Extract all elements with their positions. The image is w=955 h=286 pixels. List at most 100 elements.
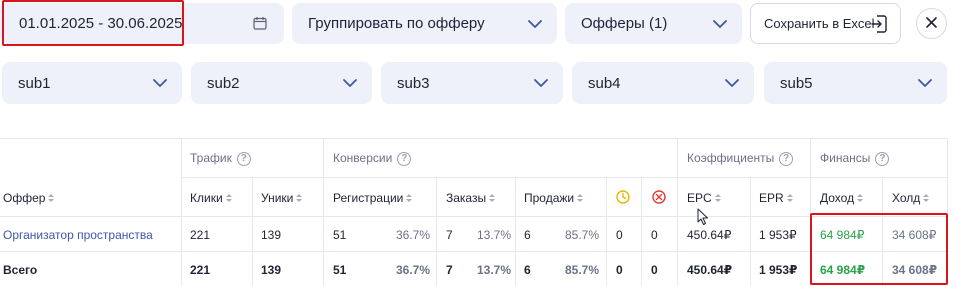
column-header-uniques[interactable]: Уники (261, 191, 303, 206)
close-button[interactable] (916, 8, 947, 39)
chevron-down-icon (917, 78, 933, 88)
sort-icon (296, 192, 303, 206)
group-header-coefficients: Коэффициенты? (687, 151, 794, 166)
sub2-label: sub2 (207, 74, 240, 92)
table-border (0, 251, 947, 252)
column-header-label: Регистрации (333, 191, 404, 205)
export-icon (871, 15, 887, 36)
sub1-select[interactable]: sub1 (2, 62, 182, 104)
column-header-offer[interactable]: Оффер (3, 191, 55, 206)
sub1-label: sub1 (18, 74, 51, 92)
save-excel-button[interactable]: Сохранить в Excel (750, 3, 901, 44)
help-icon[interactable]: ? (875, 151, 890, 166)
rejected-icon (652, 190, 666, 207)
table-border (515, 177, 516, 286)
cell-epc: 450.64₽ (687, 228, 732, 242)
chevron-down-icon (724, 78, 740, 88)
cell-sales: 6 (524, 263, 531, 277)
cell-uniques: 139 (261, 228, 282, 242)
column-header-income[interactable]: Доход (820, 191, 864, 206)
column-header-pending[interactable] (616, 190, 630, 207)
column-header-epr[interactable]: EPR (759, 191, 793, 206)
column-header-label: EPC (687, 191, 712, 205)
sub3-select[interactable]: sub3 (381, 62, 563, 104)
sort-icon (225, 192, 232, 206)
table-border (641, 177, 642, 286)
sort-icon (489, 192, 496, 206)
column-header-label: Холд (892, 191, 921, 205)
close-icon (926, 15, 937, 33)
cell-orders: 7 (446, 228, 453, 242)
table-border (436, 177, 437, 286)
column-header-registrations[interactable]: Регистрации (333, 191, 413, 206)
offer-link[interactable]: Организатор пространства (3, 228, 153, 242)
cell-rejected: 0 (651, 228, 658, 242)
column-header-label: Заказы (446, 191, 487, 205)
cell-epr: 1 953₽ (759, 263, 798, 277)
table-border (947, 138, 948, 286)
cell-hold: 34 608₽ (892, 263, 938, 277)
group-by-value: Группировать по офферу (308, 15, 485, 32)
group-header-finance: Финансы? (820, 151, 890, 166)
table-border (750, 177, 751, 286)
chevron-down-icon (533, 78, 549, 88)
offers-value: Офферы (1) (581, 15, 668, 32)
cell-orders: 7 (446, 263, 453, 277)
cell-registrations-pct: 36.7% (396, 263, 431, 277)
table-border (0, 216, 947, 217)
offers-select[interactable]: Офферы (1) (565, 3, 742, 44)
table-border (181, 177, 947, 178)
cell-orders-pct: 13.7% (477, 263, 512, 277)
table-border (252, 177, 253, 286)
cell-rejected: 0 (651, 263, 658, 277)
sub5-select[interactable]: sub5 (764, 62, 947, 104)
help-icon[interactable]: ? (779, 151, 794, 166)
cell-pending: 0 (616, 263, 623, 277)
help-icon[interactable]: ? (397, 151, 412, 166)
table-border (606, 177, 607, 286)
sub4-label: sub4 (588, 74, 621, 92)
group-header-label: Коэффициенты (687, 151, 775, 165)
cell-income: 64 984₽ (820, 263, 866, 277)
column-header-sales[interactable]: Продажи (524, 191, 584, 206)
save-excel-label: Сохранить в Excel (764, 16, 875, 31)
calendar-icon[interactable] (253, 16, 267, 34)
column-header-epc[interactable]: EPC (687, 191, 721, 206)
column-header-label: Доход (820, 191, 855, 205)
column-header-orders[interactable]: Заказы (446, 191, 496, 206)
sort-icon (923, 192, 930, 206)
table-border (0, 138, 947, 139)
chevron-down-icon (152, 78, 168, 88)
clock-icon (616, 190, 630, 207)
column-header-rejected[interactable] (652, 190, 666, 207)
sub2-select[interactable]: sub2 (191, 62, 372, 104)
total-label: Всего (3, 263, 38, 277)
cell-sales: 6 (524, 228, 531, 242)
cell-clicks: 221 (190, 228, 211, 242)
cell-registrations-pct: 36.7% (396, 228, 431, 242)
column-header-label: EPR (759, 191, 784, 205)
group-header-traffic: Трафик? (190, 151, 251, 166)
group-header-label: Конверсии (333, 151, 393, 165)
sort-icon (577, 192, 584, 206)
cell-hold: 34 608₽ (892, 228, 937, 242)
column-header-clicks[interactable]: Клики (190, 191, 232, 206)
column-header-label: Продажи (524, 191, 575, 205)
cell-pending: 0 (616, 228, 623, 242)
cell-clicks: 221 (190, 263, 211, 277)
cell-epr: 1 953₽ (759, 228, 797, 242)
table-border (181, 138, 182, 286)
cell-uniques: 139 (261, 263, 282, 277)
sort-icon (786, 192, 793, 206)
sort-icon (857, 192, 864, 206)
table-border (323, 138, 324, 286)
help-icon[interactable]: ? (236, 151, 251, 166)
table-border (810, 138, 811, 286)
sub4-select[interactable]: sub4 (572, 62, 754, 104)
column-header-label: Уники (261, 191, 294, 205)
cell-income: 64 984₽ (820, 228, 865, 242)
date-range-field[interactable]: 01.01.2025 - 30.06.2025 (0, 3, 284, 44)
group-by-select[interactable]: Группировать по офферу (292, 3, 557, 44)
cell-sales-pct: 85.7% (565, 263, 600, 277)
column-header-hold[interactable]: Холд (892, 191, 930, 206)
